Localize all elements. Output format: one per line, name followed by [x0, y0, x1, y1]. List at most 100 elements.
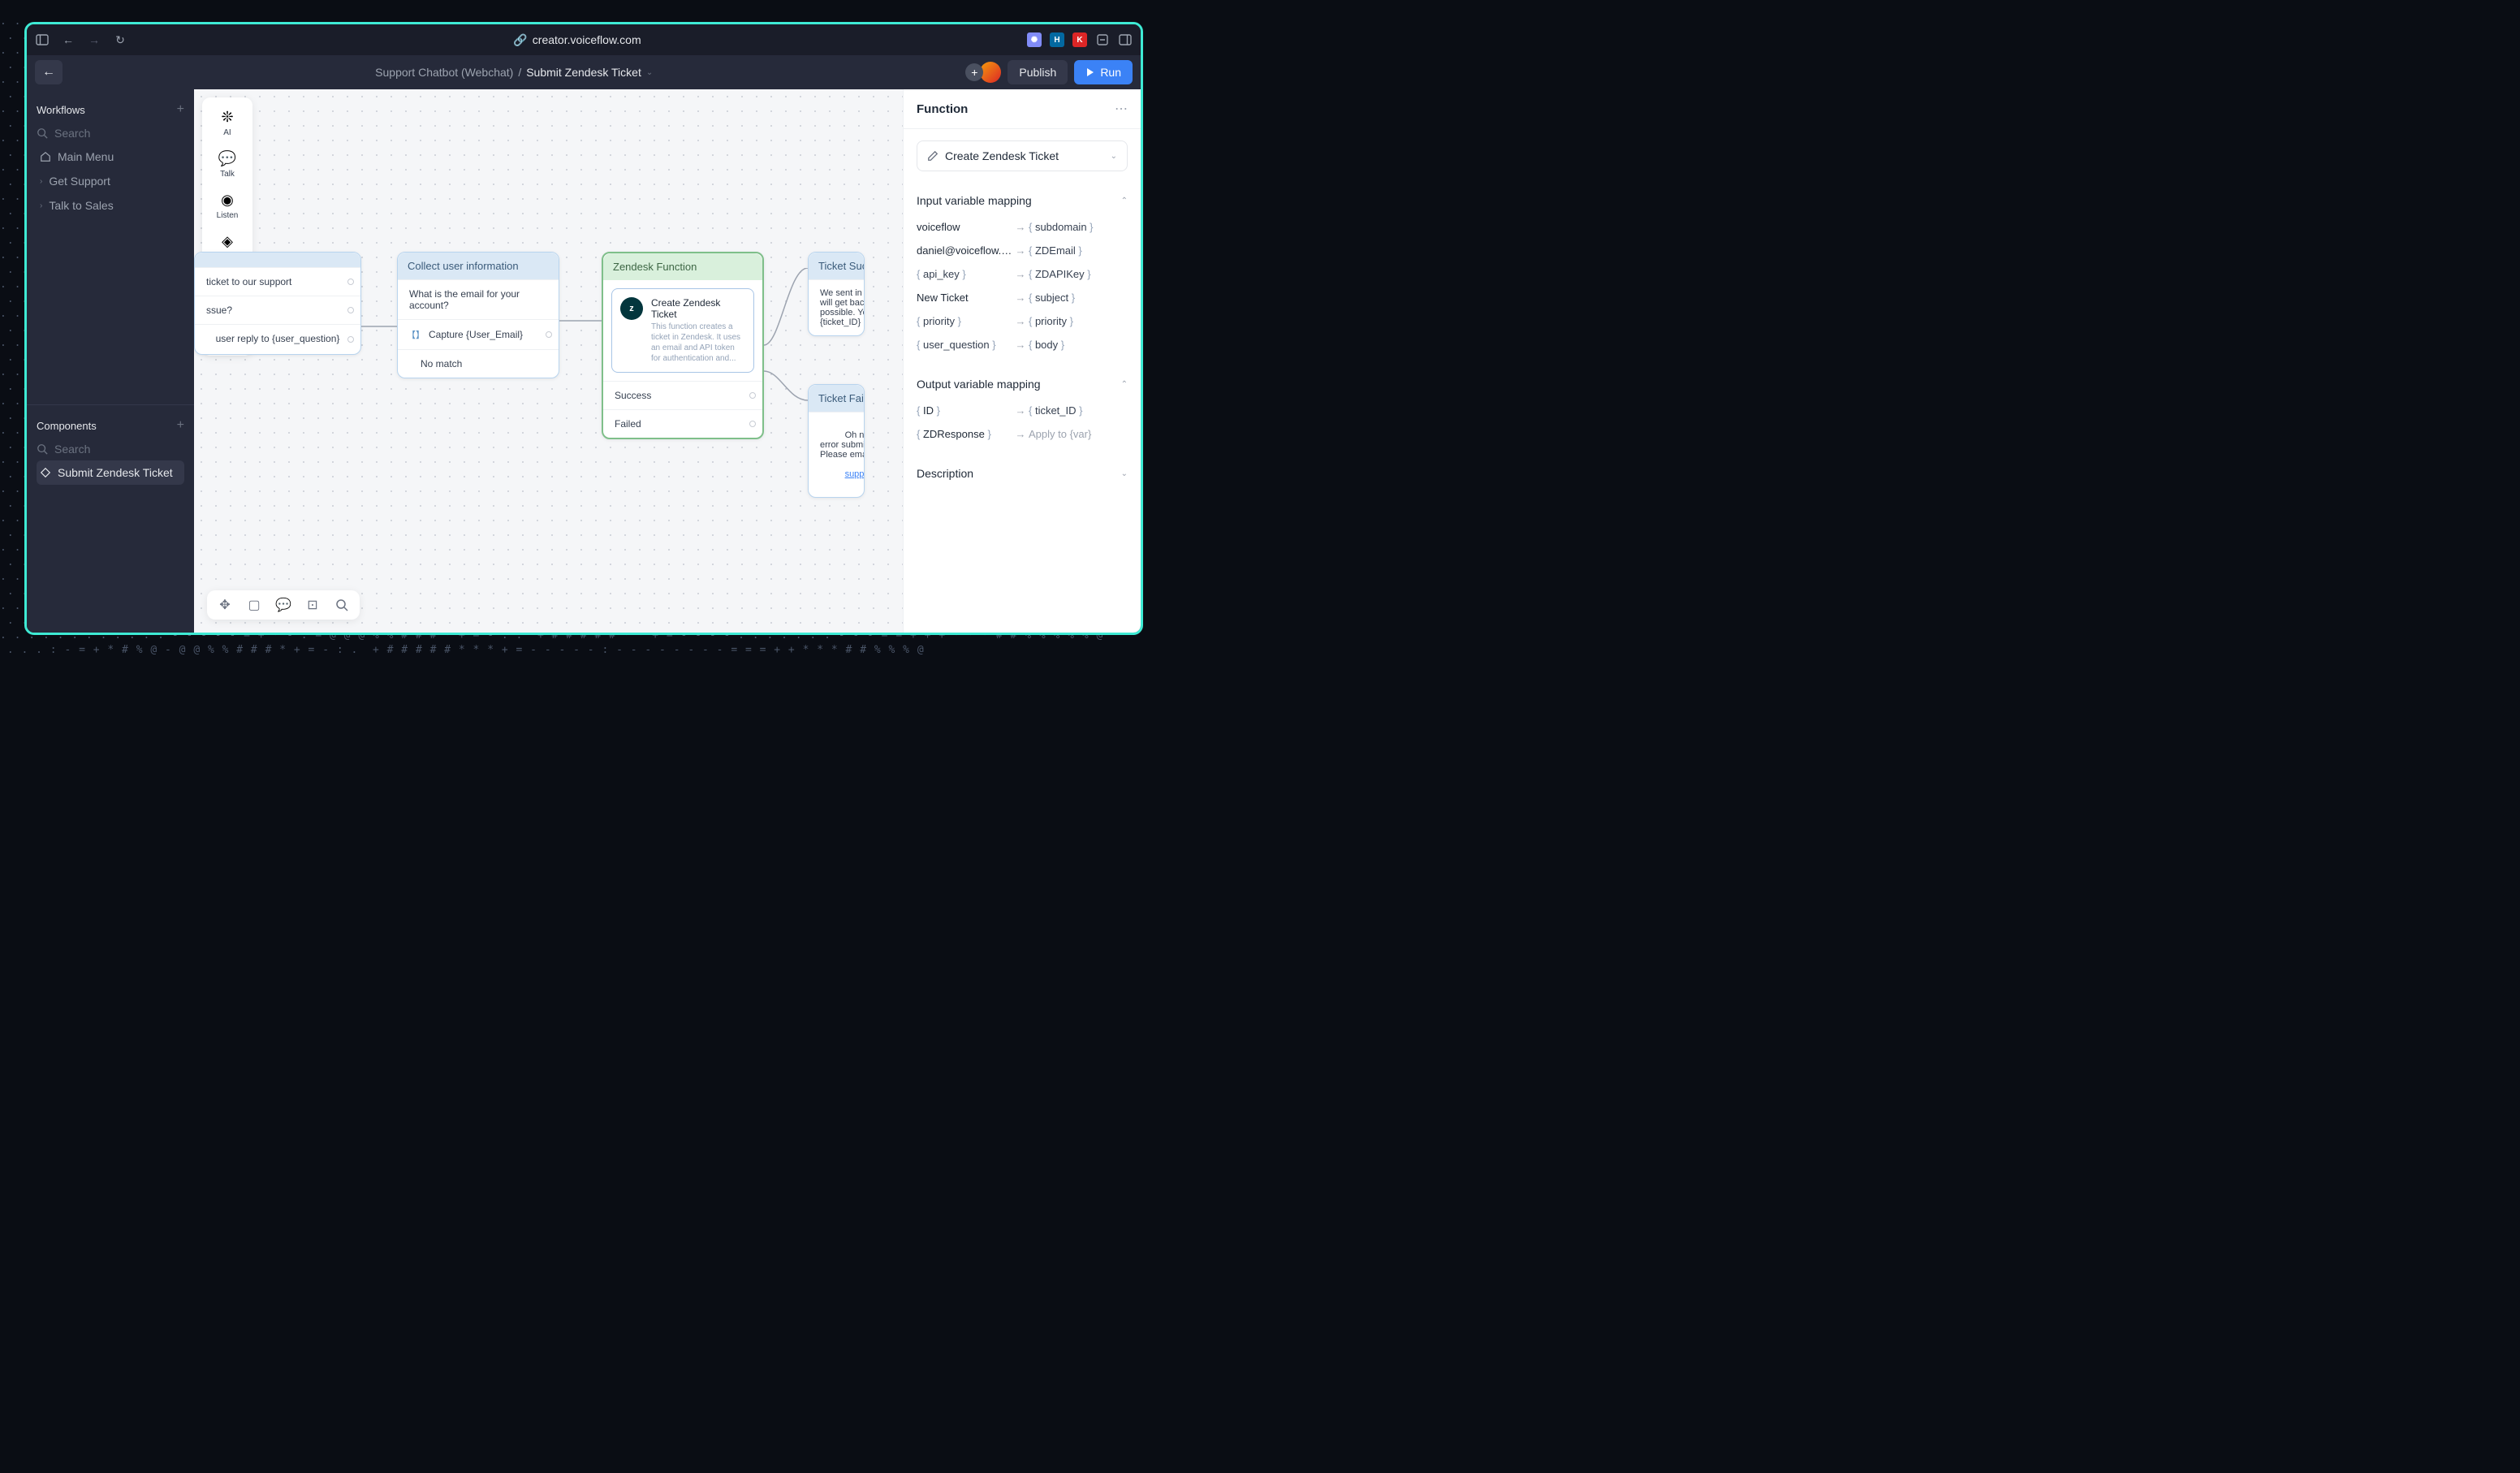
- extension-icon-2[interactable]: H: [1050, 32, 1064, 47]
- breadcrumb-current[interactable]: Submit Zendesk Ticket: [526, 66, 641, 79]
- canvas-node-collect-info[interactable]: Collect user information What is the ema…: [397, 252, 559, 378]
- canvas-node-success-msg[interactable]: Ticket Succe We sent in will get bac pos…: [808, 252, 865, 336]
- node-step[interactable]: 【】 Capture {User_Email}: [398, 319, 559, 349]
- ai-icon: ❊: [221, 109, 233, 126]
- add-workflow-icon[interactable]: +: [177, 102, 184, 117]
- back-icon[interactable]: ←: [61, 32, 76, 47]
- component-search[interactable]: Search: [37, 438, 184, 460]
- node-step-success[interactable]: Success: [603, 381, 762, 409]
- mapping-value: { ZDAPIKey }: [1029, 268, 1128, 280]
- edit-icon: [927, 150, 939, 162]
- node-body: We sent in will get bac possible. Yo {ti…: [809, 279, 864, 335]
- play-icon: [1085, 67, 1095, 77]
- lock-icon: 🔗: [513, 33, 527, 47]
- image-icon[interactable]: ⊡: [304, 597, 321, 613]
- collaborators[interactable]: +: [965, 62, 1001, 83]
- node-step[interactable]: What is the email for your account?: [398, 279, 559, 319]
- more-icon[interactable]: ⋯: [1115, 101, 1128, 117]
- capture-icon: 【】: [409, 328, 422, 341]
- mapping-value: { subdomain }: [1029, 221, 1128, 233]
- browser-toolbar: ← → ↻ 🔗 creator.voiceflow.com ✺ H K: [27, 24, 1141, 55]
- extension-icon-3[interactable]: K: [1072, 32, 1087, 47]
- port-icon[interactable]: [546, 331, 552, 338]
- mapping-key: New Ticket: [917, 292, 1012, 304]
- output-mapping-row[interactable]: { ZDResponse } →Apply to {var}: [917, 422, 1128, 446]
- extension-icon-1[interactable]: ✺: [1027, 32, 1042, 47]
- function-selector[interactable]: Create Zendesk Ticket ⌄: [917, 140, 1128, 171]
- sidebar-item-talk-sales[interactable]: › Talk to Sales: [37, 193, 184, 218]
- port-icon[interactable]: [347, 307, 354, 313]
- arrow-icon: →: [1012, 292, 1029, 304]
- talk-icon: 💬: [218, 150, 236, 167]
- sidebar-item-get-support[interactable]: › Get Support: [37, 169, 184, 193]
- port-icon[interactable]: [749, 392, 756, 399]
- components-header: Components +: [37, 413, 184, 438]
- url-text: creator.voiceflow.com: [533, 33, 641, 46]
- search-icon: [37, 443, 48, 455]
- add-collaborator-icon[interactable]: +: [965, 63, 983, 81]
- tool-talk[interactable]: 💬Talk: [205, 145, 249, 184]
- node-title: Collect user information: [398, 253, 559, 279]
- tabs-icon[interactable]: [1118, 32, 1133, 47]
- output-mapping-header[interactable]: Output variable mapping ⌃: [917, 369, 1128, 399]
- comment-icon[interactable]: 💬: [275, 597, 291, 613]
- input-mapping-row[interactable]: daniel@voiceflow.com → { ZDEmail }: [917, 239, 1128, 262]
- run-button[interactable]: Run: [1074, 60, 1133, 84]
- node-step[interactable]: user reply to {user_question}: [195, 324, 360, 354]
- publish-button[interactable]: Publish: [1008, 60, 1068, 84]
- sidebar-toggle-icon[interactable]: [35, 32, 50, 47]
- node-title: Ticket Failur: [809, 385, 864, 412]
- arrow-icon: →: [1012, 221, 1029, 233]
- input-mapping-row[interactable]: voiceflow → { subdomain }: [917, 215, 1128, 239]
- user-avatar[interactable]: [980, 62, 1001, 83]
- share-icon[interactable]: [1095, 32, 1110, 47]
- back-button[interactable]: ←: [35, 60, 63, 84]
- node-step[interactable]: No match: [398, 349, 559, 378]
- input-mapping-row[interactable]: { priority } → { priority }: [917, 309, 1128, 333]
- node-title: Ticket Succe: [809, 253, 864, 279]
- output-mapping-row[interactable]: { ID } →{ ticket_ID }: [917, 399, 1128, 422]
- canvas[interactable]: ❊AI 💬Talk ◉Listen ◈Logic ⟨⟩Dev 📖Library …: [194, 89, 903, 633]
- breadcrumb: Support Chatbot (Webchat) / Submit Zende…: [375, 66, 653, 79]
- mapping-value: { body }: [1029, 339, 1128, 351]
- move-icon[interactable]: ✥: [217, 597, 233, 613]
- arrow-icon: →: [1012, 428, 1029, 440]
- sidebar-item-submit-zendesk[interactable]: Submit Zendesk Ticket: [37, 460, 184, 485]
- mapping-key: { priority }: [917, 315, 1012, 327]
- input-mapping-row[interactable]: New Ticket → { subject }: [917, 286, 1128, 309]
- arrow-icon: →: [1012, 404, 1029, 417]
- reload-icon[interactable]: ↻: [113, 32, 127, 47]
- workflows-header: Workflows +: [37, 97, 184, 122]
- breadcrumb-parent[interactable]: Support Chatbot (Webchat): [375, 66, 513, 79]
- function-card[interactable]: z Create Zendesk Ticket This function cr…: [611, 288, 754, 373]
- sidebar-item-main-menu[interactable]: Main Menu: [37, 145, 184, 169]
- tool-ai[interactable]: ❊AI: [205, 104, 249, 142]
- input-mapping-header[interactable]: Input variable mapping ⌃: [917, 186, 1128, 215]
- zendesk-icon: z: [620, 297, 643, 320]
- add-component-icon[interactable]: +: [177, 418, 184, 433]
- input-mapping-row[interactable]: { user_question } → { body }: [917, 333, 1128, 356]
- search-icon[interactable]: [334, 597, 350, 613]
- description-header[interactable]: Description ⌄: [917, 459, 1128, 488]
- node-step[interactable]: ticket to our support: [195, 267, 360, 296]
- node-step-failed[interactable]: Failed: [603, 409, 762, 438]
- url-bar[interactable]: 🔗 creator.voiceflow.com: [139, 33, 1016, 47]
- node-step[interactable]: ssue?: [195, 296, 360, 324]
- diamond-icon: [40, 467, 51, 478]
- canvas-node-zendesk[interactable]: Zendesk Function z Create Zendesk Ticket…: [602, 252, 764, 439]
- port-icon[interactable]: [347, 279, 354, 285]
- chevron-up-icon: ⌃: [1121, 380, 1128, 389]
- email-link[interactable]: support@C: [845, 469, 865, 479]
- note-icon[interactable]: ▢: [246, 597, 262, 613]
- workflow-search[interactable]: Search: [37, 122, 184, 145]
- chevron-down-icon[interactable]: ⌄: [646, 68, 653, 77]
- port-icon[interactable]: [347, 336, 354, 343]
- input-mapping-row[interactable]: { api_key } → { ZDAPIKey }: [917, 262, 1128, 286]
- tool-listen[interactable]: ◉Listen: [205, 187, 249, 225]
- forward-icon[interactable]: →: [87, 32, 101, 47]
- mapping-key: daniel@voiceflow.com: [917, 244, 1012, 257]
- canvas-node-prompt[interactable]: ticket to our support ssue? user reply t…: [194, 252, 361, 355]
- port-icon[interactable]: [749, 421, 756, 427]
- canvas-node-failure-msg[interactable]: Ticket Failur Oh no! It lo error submi P…: [808, 384, 865, 498]
- node-title: Zendesk Function: [603, 253, 762, 280]
